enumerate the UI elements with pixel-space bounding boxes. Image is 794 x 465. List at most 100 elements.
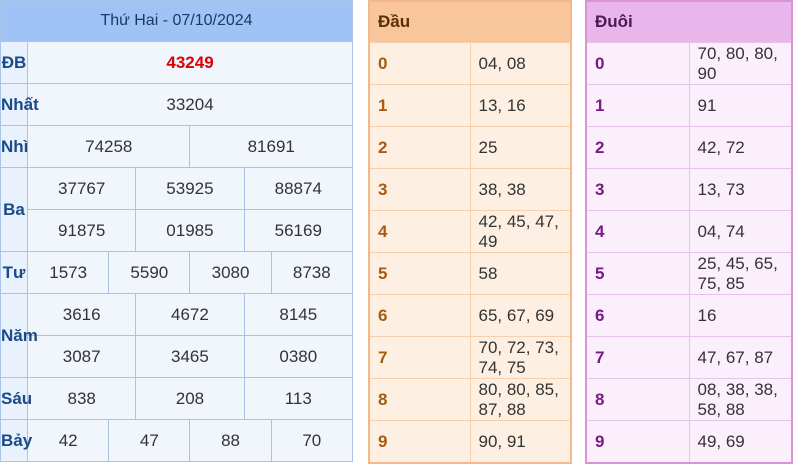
prize-row-db: ĐB 43249 (0, 41, 353, 84)
prize-label: Năm (0, 293, 38, 378)
prize-row-tu: Tư 1573 5590 3080 8738 (0, 251, 354, 294)
head-values: 80, 80, 85, 87, 88 (469, 378, 572, 421)
prize-row-bay: Bảy 42 47 88 70 (0, 419, 354, 462)
prize-value: 70 (270, 419, 354, 462)
prize-row-nam: Năm 3616 4672 8145 (0, 293, 354, 378)
results-date-header: Thứ Hai - 07/10/2024 (0, 0, 353, 42)
head-digit: 8 (368, 378, 471, 421)
head-digits-table: Đầu 0 04, 08 1 13, 16 2 25 3 38, 38 4 42, 45,… (368, 0, 572, 464)
tail-digit: 2 (585, 126, 690, 169)
prize-value: 3465 (135, 335, 245, 378)
prize-value: 74258 (27, 125, 191, 168)
prize-label: Nhì (0, 125, 28, 168)
head-row: 5 58 (368, 252, 572, 295)
prize-row-nhi: Nhì 74258 81691 (0, 125, 353, 168)
prize-value: 3080 (189, 251, 272, 294)
tail-values: 42, 72 (688, 126, 793, 169)
tail-row: 8 08, 38, 38, 58, 88 (585, 378, 793, 421)
prize-value: 56169 (243, 209, 354, 252)
tail-row: 3 13, 73 (585, 168, 793, 211)
head-row: 0 04, 08 (368, 42, 572, 85)
head-values: 25 (469, 126, 572, 169)
tail-digit: 5 (585, 252, 690, 295)
prize-value: 1573 (27, 251, 110, 294)
head-row: 3 38, 38 (368, 168, 572, 211)
head-digit: 5 (368, 252, 471, 295)
tail-table-header: Đuôi (586, 1, 689, 43)
prize-value: 3087 (27, 335, 137, 378)
head-values: 38, 38 (469, 168, 572, 211)
tail-values: 04, 74 (688, 210, 793, 253)
head-row: 6 65, 67, 69 (368, 294, 572, 337)
tail-values: 08, 38, 38, 58, 88 (688, 378, 793, 421)
head-digit: 0 (368, 42, 471, 85)
prize-value: 47 (108, 419, 191, 462)
prize-label: Bảy (0, 419, 32, 462)
tail-values: 49, 69 (688, 420, 793, 464)
head-row: 1 13, 16 (368, 84, 572, 127)
prize-value: 88 (189, 419, 272, 462)
head-digit: 9 (368, 420, 471, 464)
tail-row: 5 25, 45, 65, 75, 85 (585, 252, 793, 295)
head-digit: 3 (368, 168, 471, 211)
tail-digit: 6 (585, 294, 690, 337)
tail-values: 47, 67, 87 (688, 336, 793, 379)
prize-row-ba: 91875 01985 56169 (1, 209, 354, 252)
prize-value: 113 (243, 377, 354, 420)
prize-value: 0380 (243, 335, 354, 378)
prize-value: 5590 (108, 251, 191, 294)
prize-label: Nhất (0, 83, 39, 126)
head-digit: 6 (368, 294, 471, 337)
prize-value: 81691 (189, 125, 353, 168)
prize-value: 91875 (27, 209, 137, 252)
prize-row-ba: Ba 37767 53925 88874 (0, 167, 354, 252)
prize-value: 3616 (27, 293, 137, 336)
head-digit: 2 (368, 126, 471, 169)
tail-row: 9 49, 69 (585, 420, 793, 464)
prize-row-nam: 3087 3465 0380 (1, 335, 354, 378)
prize-value: 88874 (243, 167, 354, 210)
head-row: 8 80, 80, 85, 87, 88 (368, 378, 572, 421)
prize-row-nhat: Nhất 33204 (0, 83, 353, 126)
prize-label: Ba (0, 167, 29, 252)
head-values: 04, 08 (469, 42, 572, 85)
head-digit: 7 (368, 336, 471, 379)
prize-value: 01985 (135, 209, 245, 252)
tail-table-header-blank (689, 1, 792, 43)
prize-label: Sáu (0, 377, 32, 420)
head-row: 2 25 (368, 126, 572, 169)
tail-values: 16 (688, 294, 793, 337)
tail-digit: 1 (585, 84, 690, 127)
head-digit: 1 (368, 84, 471, 127)
tail-digits-table: Đuôi 0 70, 80, 80, 90 1 91 2 42, 72 3 13, 73… (585, 0, 793, 464)
prize-value: 53925 (135, 167, 245, 210)
head-values: 42, 45, 47, 49 (469, 210, 572, 253)
head-row: 4 42, 45, 47, 49 (368, 210, 572, 253)
prize-value: 838 (27, 377, 137, 420)
head-values: 65, 67, 69 (469, 294, 572, 337)
head-values: 58 (469, 252, 572, 295)
tail-values: 70, 80, 80, 90 (688, 42, 793, 85)
tail-digit: 9 (585, 420, 690, 464)
tail-row: 2 42, 72 (585, 126, 793, 169)
head-row: 7 70, 72, 73, 74, 75 (368, 336, 572, 379)
head-table-header: Đầu (369, 1, 470, 43)
tail-row: 0 70, 80, 80, 90 (585, 42, 793, 85)
tail-values: 13, 73 (688, 168, 793, 211)
tail-digit: 4 (585, 210, 690, 253)
results-table: Thứ Hai - 07/10/2024 ĐB 43249 Nhất 33204… (0, 0, 354, 462)
head-row: 9 90, 91 (368, 420, 572, 464)
prize-value: 37767 (27, 167, 137, 210)
tail-digit: 0 (585, 42, 690, 85)
tail-values: 25, 45, 65, 75, 85 (688, 252, 793, 295)
tail-digit: 7 (585, 336, 690, 379)
prize-label: ĐB (0, 41, 29, 84)
prize-value: 208 (135, 377, 245, 420)
tail-row: 6 16 (585, 294, 793, 337)
prize-row-sau: Sáu 838 208 113 (0, 377, 354, 420)
prize-label: Tư (0, 251, 29, 294)
tail-values: 91 (688, 84, 793, 127)
head-values: 13, 16 (469, 84, 572, 127)
prize-value: 42 (27, 419, 110, 462)
tail-row: 7 47, 67, 87 (585, 336, 793, 379)
